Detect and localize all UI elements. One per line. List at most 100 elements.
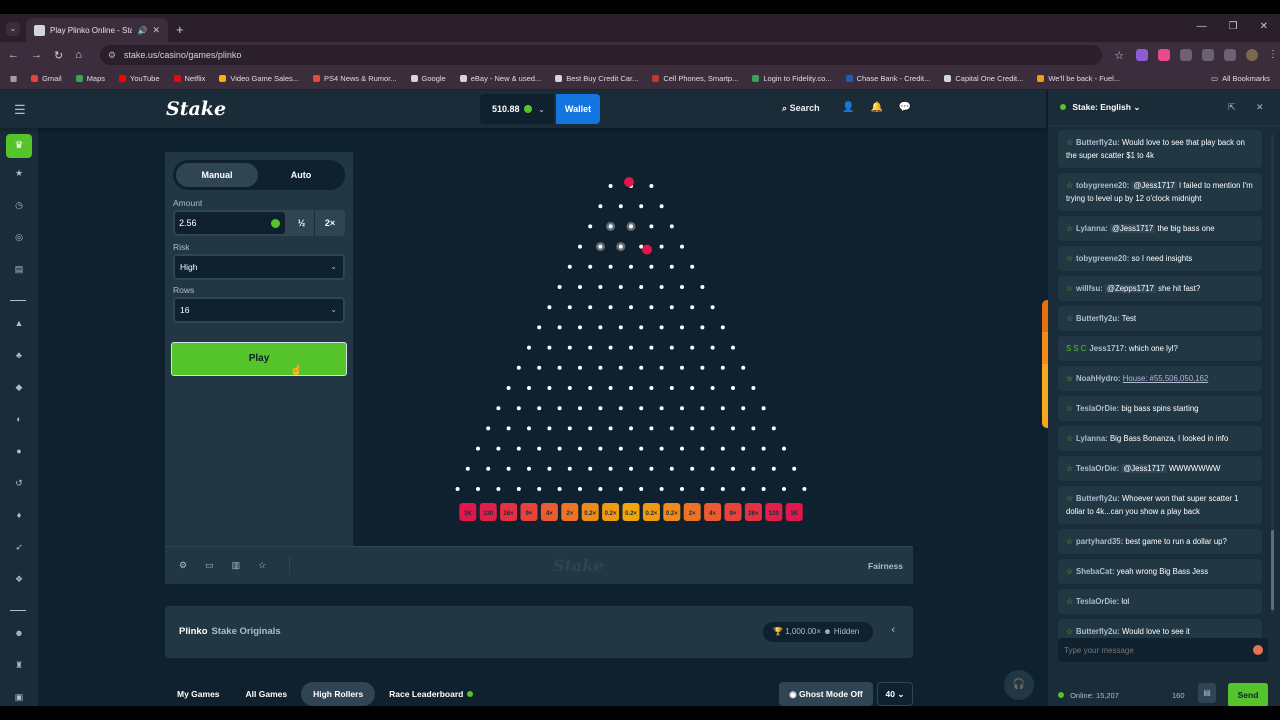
- auto-tab[interactable]: Auto: [260, 163, 342, 187]
- url-field[interactable]: ⚙ stake.us/casino/games/plinko: [99, 45, 1103, 65]
- new-tab-icon[interactable]: +: [176, 22, 184, 37]
- reload-icon[interactable]: ↻: [54, 49, 63, 62]
- chat-room-select[interactable]: Stake: English ⌄: [1060, 102, 1140, 113]
- home-icon[interactable]: ⌂: [75, 49, 82, 61]
- bookmark-item[interactable]: Capital One Credit...: [944, 74, 1023, 83]
- rocket-icon[interactable]: ➶: [11, 542, 27, 553]
- ghost-mode-button[interactable]: ◉ Ghost Mode Off: [779, 682, 873, 706]
- live-casino-icon[interactable]: ◐: [11, 414, 27, 424]
- tab-all-games[interactable]: All Games: [234, 682, 300, 706]
- manual-tab[interactable]: Manual: [176, 163, 258, 187]
- bookmark-item[interactable]: Gmail: [31, 74, 62, 83]
- game-shows-icon[interactable]: ●: [11, 446, 27, 456]
- sponsorships-icon[interactable]: ▣: [11, 692, 27, 703]
- favourites-icon[interactable]: ★: [11, 168, 27, 179]
- chat-rules-icon[interactable]: ▤: [1198, 683, 1216, 703]
- live-support-icon[interactable]: 🎧: [1004, 670, 1034, 700]
- casino-icon[interactable]: ♛: [6, 134, 32, 158]
- double-button[interactable]: 2×: [317, 210, 343, 236]
- chat-username[interactable]: TeslaOrDie:: [1076, 597, 1119, 606]
- chat-username[interactable]: ShebaCat:: [1076, 567, 1115, 576]
- bookmark-item[interactable]: YouTube: [119, 74, 160, 83]
- send-button[interactable]: Send: [1228, 683, 1268, 706]
- chat-scroll-thumb[interactable]: [1271, 530, 1274, 610]
- bookmark-item[interactable]: Best Buy Credit Car...: [555, 74, 638, 83]
- notifications-icon[interactable]: 🔔: [870, 102, 882, 113]
- bookmark-item[interactable]: Google: [410, 74, 446, 83]
- game-info-bar[interactable]: Plinko Stake Originals 🏆 1,000.00× ☻ Hidd…: [165, 606, 913, 658]
- chat-username[interactable]: tobygreene20:: [1076, 254, 1129, 263]
- chat-username[interactable]: Butterfly2u:: [1076, 138, 1120, 147]
- chat-username[interactable]: Butterfly2u:: [1076, 314, 1120, 323]
- chat-username[interactable]: Jess1717:: [1089, 344, 1126, 353]
- maximize-icon[interactable]: ❐: [1229, 21, 1238, 32]
- menu-icon[interactable]: ☰: [14, 102, 26, 118]
- bookmark-item[interactable]: PS4 News & Rumor...: [313, 74, 397, 83]
- chat-username[interactable]: Lylanna:: [1076, 434, 1108, 443]
- chevron-left-icon[interactable]: ‹: [891, 624, 895, 636]
- chat-mention[interactable]: @Zepps1717: [1105, 284, 1156, 293]
- bookmark-item[interactable]: Chase Bank - Credit...: [845, 74, 930, 83]
- chat-username[interactable]: NoahHydro:: [1076, 374, 1121, 383]
- risk-select[interactable]: High ⌄: [173, 254, 345, 280]
- chat-username[interactable]: TeslaOrDie:: [1076, 404, 1119, 413]
- recent-icon[interactable]: ◷: [11, 200, 27, 211]
- new-releases-icon[interactable]: ◆: [11, 382, 27, 393]
- chat-username[interactable]: TeslaOrDie:: [1076, 464, 1119, 473]
- play-button[interactable]: Play ☝: [171, 342, 347, 376]
- chat-bet-link[interactable]: House: #55,506,050,162: [1123, 374, 1208, 383]
- minimize-icon[interactable]: —: [1197, 21, 1207, 32]
- tab-race-leaderboard[interactable]: Race Leaderboard: [377, 682, 485, 706]
- chat-username[interactable]: willfsu:: [1076, 284, 1103, 293]
- challenges-icon[interactable]: ◎: [11, 232, 27, 243]
- rows-select[interactable]: 16 ⌄: [173, 297, 345, 323]
- my-bets-icon[interactable]: ▤: [11, 264, 27, 275]
- slots-icon[interactable]: ♣: [11, 350, 27, 360]
- close-chat-icon[interactable]: ✕: [1256, 102, 1264, 113]
- bookmark-item[interactable]: Login to Fidelity.co...: [752, 74, 832, 83]
- user-menu-icon[interactable]: ☻: [11, 628, 27, 638]
- back-icon[interactable]: ←: [8, 49, 19, 61]
- settings-icon[interactable]: ⚙: [179, 560, 187, 571]
- tab-close-icon[interactable]: ✕: [152, 25, 160, 36]
- apps-grid-icon[interactable]: ▦: [10, 74, 17, 83]
- profile-avatar-icon[interactable]: [1246, 49, 1258, 61]
- extension-icon[interactable]: [1158, 49, 1170, 61]
- theatre-mode-icon[interactable]: ▭: [205, 560, 214, 571]
- tab-my-games[interactable]: My Games: [165, 682, 232, 706]
- originals-icon[interactable]: ▲: [11, 318, 27, 328]
- favourite-icon[interactable]: ☆: [258, 560, 266, 571]
- close-window-icon[interactable]: ✕: [1260, 21, 1268, 32]
- search-button[interactable]: ⌕ Search: [782, 103, 820, 114]
- forward-icon[interactable]: →: [31, 49, 42, 61]
- stake-logo[interactable]: Stake: [166, 98, 226, 120]
- bookmark-item[interactable]: eBay - New & used...: [459, 74, 541, 83]
- extensions-puzzle-icon[interactable]: [1224, 49, 1236, 61]
- table-games-icon[interactable]: ❖: [11, 574, 27, 585]
- page-size-select[interactable]: 40 ⌄: [877, 682, 913, 706]
- site-info-icon[interactable]: ⚙: [108, 45, 116, 65]
- all-bookmarks[interactable]: ▭ All Bookmarks: [1211, 74, 1270, 83]
- chat-username[interactable]: Butterfly2u:: [1076, 494, 1120, 503]
- extension-icon[interactable]: [1180, 49, 1192, 61]
- promotions-icon[interactable]: ♜: [11, 660, 27, 671]
- amount-input[interactable]: [175, 212, 285, 234]
- tab-high-rollers[interactable]: High Rollers: [301, 682, 376, 706]
- chat-username[interactable]: tobygreene20:: [1076, 181, 1129, 190]
- popout-icon[interactable]: ⇱: [1228, 102, 1236, 113]
- balance-selector[interactable]: 510.88 ⌄: [480, 94, 554, 124]
- wallet-button[interactable]: Wallet: [556, 94, 600, 124]
- chat-username[interactable]: Lylanna:: [1076, 224, 1108, 233]
- bookmark-item[interactable]: Netflix: [173, 74, 205, 83]
- user-icon[interactable]: 👤: [842, 102, 854, 113]
- bookmark-item[interactable]: Video Game Sales...: [219, 74, 299, 83]
- chat-username[interactable]: Butterfly2u:: [1076, 627, 1120, 636]
- emoji-icon[interactable]: [1253, 645, 1263, 655]
- bookmark-item[interactable]: We'll be back - Fuel...: [1037, 74, 1120, 83]
- chat-icon[interactable]: 💬: [899, 102, 911, 113]
- bookmark-item[interactable]: Cell Phones, Smartp...: [652, 74, 738, 83]
- bookmark-star-icon[interactable]: ☆: [1114, 49, 1124, 62]
- fairness-button[interactable]: Fairness: [868, 561, 903, 571]
- chat-mention[interactable]: @Jess1717: [1131, 181, 1177, 190]
- enhanced-rtp-icon[interactable]: ♦: [11, 510, 27, 520]
